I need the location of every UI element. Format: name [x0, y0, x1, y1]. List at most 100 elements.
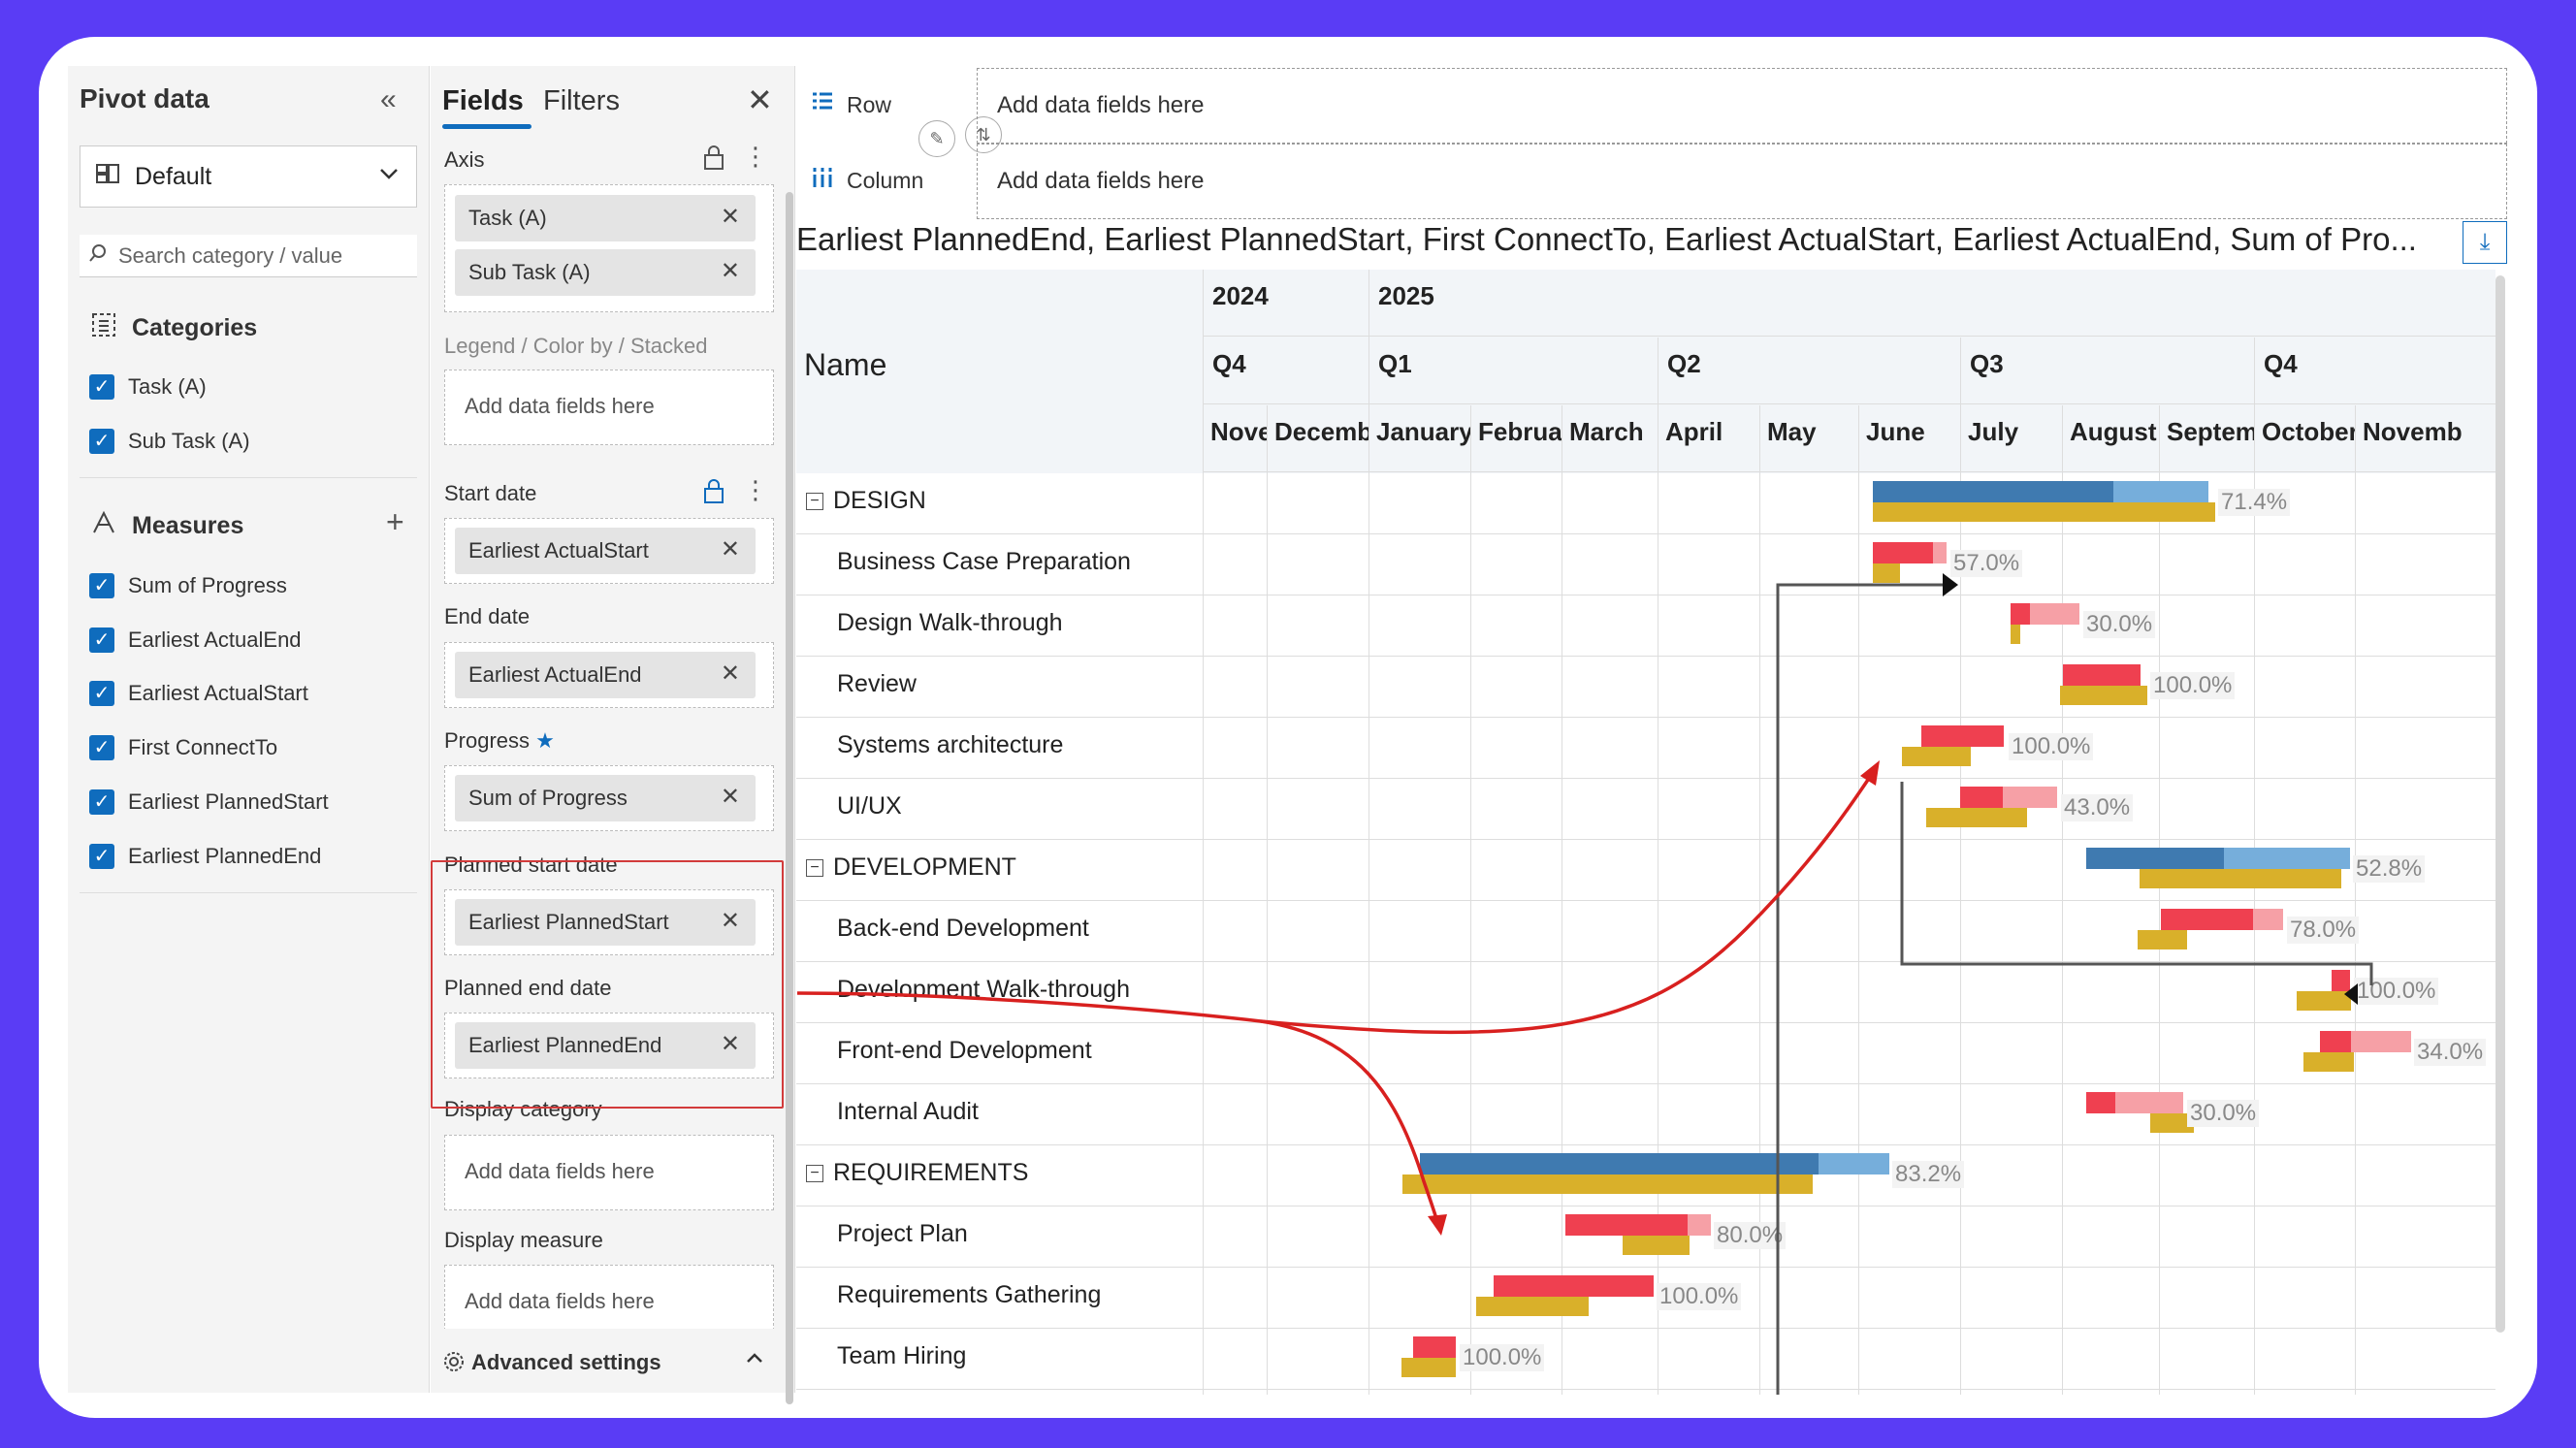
measure-checkbox[interactable]: ✓ Earliest ActualStart [89, 681, 308, 706]
axis-dropzone[interactable]: Task (A) ✕ Sub Task (A) ✕ [444, 184, 774, 312]
legend-dropzone[interactable]: Add data fields here [444, 370, 774, 445]
actual-progress-bar[interactable] [2063, 664, 2141, 686]
planned-bar[interactable] [2060, 686, 2147, 705]
category-search-input[interactable]: Search category / value [80, 235, 417, 277]
advanced-settings-bar[interactable]: Advanced settings [431, 1329, 786, 1393]
actual-progress-bar[interactable] [2086, 848, 2224, 869]
group-row[interactable]: − REQUIREMENTS [806, 1159, 1028, 1187]
actual-progress-bar[interactable] [2161, 909, 2253, 930]
planned-bar[interactable] [2303, 1052, 2354, 1072]
remove-chip-icon[interactable]: ✕ [721, 257, 740, 285]
actual-remaining-bar[interactable] [2253, 909, 2283, 930]
column-dropzone[interactable]: Add data fields here [977, 144, 2507, 219]
lock-icon[interactable] [702, 144, 725, 177]
row-separator [796, 533, 2496, 534]
remove-chip-icon[interactable]: ✕ [721, 783, 740, 811]
report-dropdown[interactable]: Default [80, 145, 417, 208]
category-label: Sub Task (A) [128, 429, 250, 453]
progress-dropzone[interactable]: Sum of Progress ✕ [444, 765, 774, 831]
planned-bar[interactable] [1401, 1358, 1456, 1377]
actual-remaining-bar[interactable] [2115, 1092, 2183, 1113]
remove-chip-icon[interactable]: ✕ [721, 203, 740, 231]
actual-progress-bar[interactable] [1565, 1214, 1688, 1236]
planned-bar[interactable] [1623, 1236, 1690, 1255]
actual-remaining-bar[interactable] [1688, 1214, 1711, 1236]
collapse-toggle-icon[interactable]: − [806, 858, 823, 877]
planned-bar[interactable] [1873, 502, 2215, 522]
actual-remaining-bar[interactable] [1933, 542, 1947, 563]
fields-panel: Fields Filters ✕ Axis ⋮ Task (A) ✕ Sub Ta… [431, 66, 795, 1404]
row-dropzone[interactable]: Add data fields here [977, 68, 2507, 144]
quarter-header: Q4 [1212, 349, 1246, 378]
month-header: March [1569, 417, 1644, 446]
export-icon[interactable]: ⤓ [2463, 221, 2507, 264]
chart-scrollbar[interactable] [2496, 275, 2505, 1333]
more-options-icon[interactable]: ⋮ [743, 475, 768, 505]
planned-bar[interactable] [2140, 869, 2341, 888]
collapse-toggle-icon[interactable]: − [806, 1164, 823, 1182]
actual-remaining-bar[interactable] [2030, 603, 2079, 625]
lock-icon[interactable] [702, 477, 725, 511]
measure-label: Sum of Progress [128, 573, 287, 597]
actual-progress-bar[interactable] [2320, 1031, 2351, 1052]
measure-checkbox[interactable]: ✓ Earliest PlannedEnd [89, 844, 321, 869]
collapse-panel-icon[interactable]: « [380, 83, 397, 116]
row-label: UI/UX [837, 792, 902, 820]
add-measure-icon[interactable]: + [386, 504, 404, 540]
actual-progress-bar[interactable] [1873, 542, 1933, 563]
category-checkbox-task[interactable]: ✓ Task (A) [89, 374, 207, 400]
categories-icon [89, 310, 118, 346]
planned-bar[interactable] [1873, 563, 1900, 583]
actual-progress-bar[interactable] [1960, 787, 2003, 808]
start-date-dropzone[interactable]: Earliest ActualStart ✕ [444, 518, 774, 584]
planned-bar[interactable] [1902, 747, 1971, 766]
actual-progress-bar[interactable] [2011, 603, 2030, 625]
row-label: Systems architecture [837, 731, 1064, 758]
group-row[interactable]: − DESIGN [806, 487, 926, 515]
category-checkbox-subtask[interactable]: ✓ Sub Task (A) [89, 429, 250, 454]
measure-checkbox[interactable]: ✓ Earliest PlannedStart [89, 789, 329, 815]
remove-chip-icon[interactable]: ✕ [721, 535, 740, 563]
measure-checkbox[interactable]: ✓ First ConnectTo [89, 735, 277, 760]
close-icon[interactable]: ✕ [747, 81, 773, 118]
month-header: Nove [1210, 417, 1267, 446]
remove-chip-icon[interactable]: ✕ [721, 660, 740, 688]
actual-remaining-bar[interactable] [2003, 787, 2057, 808]
tab-filters[interactable]: Filters [543, 85, 620, 117]
actual-remaining-bar[interactable] [2224, 848, 2350, 869]
measure-checkbox[interactable]: ✓ Sum of Progress [89, 573, 287, 598]
measure-checkbox[interactable]: ✓ Earliest ActualEnd [89, 627, 302, 653]
actual-progress-bar[interactable] [1921, 725, 2004, 747]
actual-progress-bar[interactable] [1494, 1275, 1654, 1297]
actual-progress-bar[interactable] [1873, 481, 2113, 502]
progress-chip[interactable]: Sum of Progress ✕ [455, 775, 756, 821]
planned-bar[interactable] [2011, 625, 2020, 644]
end-date-chip[interactable]: Earliest ActualEnd ✕ [455, 652, 756, 698]
axis-chip[interactable]: Sub Task (A) ✕ [455, 249, 756, 296]
axis-chip[interactable]: Task (A) ✕ [455, 195, 756, 241]
planned-bar[interactable] [1476, 1297, 1589, 1316]
actual-remaining-bar[interactable] [1819, 1153, 1889, 1174]
settings-icon[interactable]: ✎ [918, 120, 955, 157]
actual-progress-bar[interactable] [1413, 1336, 1456, 1358]
planned-bar[interactable] [2138, 930, 2187, 949]
fields-scrollbar[interactable] [786, 192, 793, 1404]
more-options-icon[interactable]: ⋮ [743, 142, 768, 172]
start-date-chip[interactable]: Earliest ActualStart ✕ [455, 528, 756, 574]
actual-progress-bar[interactable] [2086, 1092, 2115, 1113]
planned-bar[interactable] [1926, 808, 2027, 827]
actual-progress-bar[interactable] [1420, 1153, 1819, 1174]
tab-fields[interactable]: Fields [442, 85, 524, 117]
display-category-dropzone[interactable]: Add data fields here [444, 1135, 774, 1210]
group-row[interactable]: − DEVELOPMENT [806, 853, 1016, 882]
end-date-dropzone[interactable]: Earliest ActualEnd ✕ [444, 642, 774, 708]
actual-remaining-bar[interactable] [2113, 481, 2208, 502]
collapse-toggle-icon[interactable]: − [806, 492, 823, 510]
actual-progress-bar[interactable] [2332, 970, 2350, 991]
row-shelf-label: Row [810, 89, 891, 120]
actual-remaining-bar[interactable] [2351, 1031, 2411, 1052]
chevron-up-icon[interactable] [743, 1346, 766, 1374]
measure-label: First ConnectTo [128, 735, 278, 759]
planned-bar[interactable] [1402, 1174, 1813, 1194]
planned-bar[interactable] [2297, 991, 2351, 1011]
